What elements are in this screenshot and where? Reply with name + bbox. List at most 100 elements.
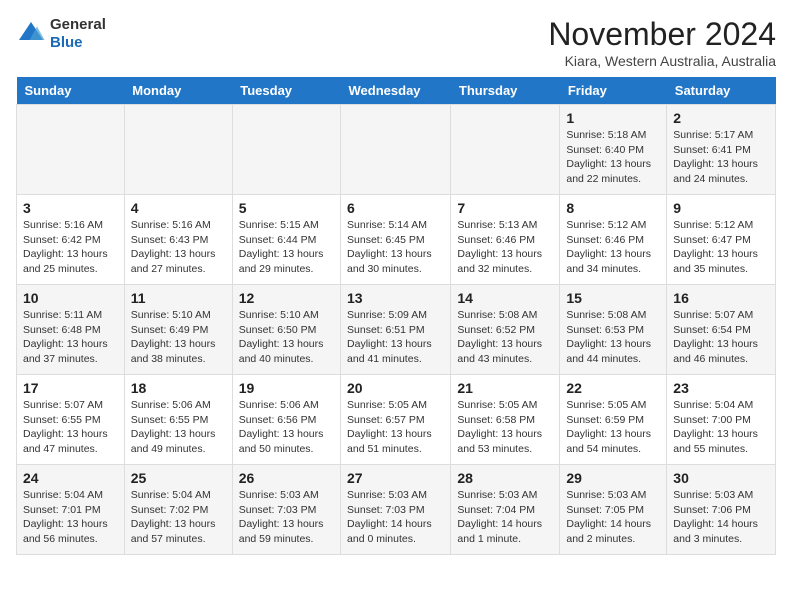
day-number: 10	[23, 290, 118, 306]
calendar-cell: 22 Sunrise: 5:05 AMSunset: 6:59 PMDayligh…	[560, 375, 667, 465]
calendar-cell: 5 Sunrise: 5:15 AMSunset: 6:44 PMDaylight…	[232, 195, 340, 285]
day-number: 11	[131, 290, 226, 306]
calendar-week-row: 17Sunrise: 5:07 AMSunset: 6:55 PMDayligh…	[17, 375, 776, 465]
day-number: 5	[239, 200, 334, 216]
day-info: Sunrise: 5:11 AMSunset: 6:48 PMDaylight:…	[23, 308, 118, 367]
day-number: 6	[347, 200, 444, 216]
day-info: Sunrise: 5:09 AMSunset: 6:51 PMDaylight:…	[347, 308, 444, 367]
logo-blue: Blue	[50, 34, 83, 51]
calendar-cell: 21 Sunrise: 5:05 AMSunset: 6:58 PMDayligh…	[451, 375, 560, 465]
logo-text: General Blue	[50, 16, 106, 52]
day-info: Sunrise: 5:13 AMSunset: 6:46 PMDaylight:…	[457, 218, 553, 277]
day-number: 21	[457, 380, 553, 396]
calendar-week-row: 1Sunrise: 5:18 AMSunset: 6:40 PMDaylight…	[17, 105, 776, 195]
day-info: Sunrise: 5:07 AMSunset: 6:55 PMDaylight:…	[23, 398, 118, 457]
calendar-cell: 25Sunrise: 5:04 AMSunset: 7:02 PMDayligh…	[124, 465, 232, 555]
calendar-cell: 10 Sunrise: 5:11 AMSunset: 6:48 PMDayligh…	[17, 285, 125, 375]
day-info: Sunrise: 5:16 AMSunset: 6:42 PMDaylight:…	[23, 218, 118, 277]
calendar-cell: 30 Sunrise: 5:03 AMSunset: 7:06 PMDayligh…	[667, 465, 776, 555]
day-info: Sunrise: 5:06 AMSunset: 6:55 PMDaylight:…	[131, 398, 226, 457]
day-number: 18	[131, 380, 226, 396]
day-info: Sunrise: 5:04 AMSunset: 7:01 PMDaylight:…	[23, 488, 118, 547]
calendar-cell: 24 Sunrise: 5:04 AMSunset: 7:01 PMDayligh…	[17, 465, 125, 555]
day-number: 9	[673, 200, 769, 216]
calendar-cell: 15 Sunrise: 5:08 AMSunset: 6:53 PMDayligh…	[560, 285, 667, 375]
calendar-cell: 26 Sunrise: 5:03 AMSunset: 7:03 PMDayligh…	[232, 465, 340, 555]
calendar-cell: 7 Sunrise: 5:13 AMSunset: 6:46 PMDaylight…	[451, 195, 560, 285]
day-header-wednesday: Wednesday	[341, 77, 451, 105]
calendar-cell: 9 Sunrise: 5:12 AMSunset: 6:47 PMDaylight…	[667, 195, 776, 285]
day-info: Sunrise: 5:10 AMSunset: 6:50 PMDaylight:…	[239, 308, 334, 367]
day-info: Sunrise: 5:08 AMSunset: 6:52 PMDaylight:…	[457, 308, 553, 367]
day-number: 22	[566, 380, 660, 396]
day-info: Sunrise: 5:12 AMSunset: 6:47 PMDaylight:…	[673, 218, 769, 277]
calendar-cell: 28 Sunrise: 5:03 AMSunset: 7:04 PMDayligh…	[451, 465, 560, 555]
calendar-cell: 3 Sunrise: 5:16 AMSunset: 6:42 PMDaylight…	[17, 195, 125, 285]
calendar-cell: 27 Sunrise: 5:03 AMSunset: 7:03 PMDayligh…	[341, 465, 451, 555]
logo-icon	[16, 19, 46, 49]
day-number: 2	[673, 110, 769, 126]
day-info: Sunrise: 5:10 AMSunset: 6:49 PMDaylight:…	[131, 308, 226, 367]
day-number: 19	[239, 380, 334, 396]
calendar-header-row: SundayMondayTuesdayWednesdayThursdayFrid…	[17, 77, 776, 105]
calendar-cell: 29 Sunrise: 5:03 AMSunset: 7:05 PMDayligh…	[560, 465, 667, 555]
day-info: Sunrise: 5:14 AMSunset: 6:45 PMDaylight:…	[347, 218, 444, 277]
logo-general: General	[50, 16, 106, 33]
day-number: 23	[673, 380, 769, 396]
calendar-cell: 18 Sunrise: 5:06 AMSunset: 6:55 PMDayligh…	[124, 375, 232, 465]
day-number: 26	[239, 470, 334, 486]
day-info: Sunrise: 5:08 AMSunset: 6:53 PMDaylight:…	[566, 308, 660, 367]
day-number: 27	[347, 470, 444, 486]
day-number: 24	[23, 470, 118, 486]
day-info: Sunrise: 5:07 AMSunset: 6:54 PMDaylight:…	[673, 308, 769, 367]
day-info: Sunrise: 5:04 AMSunset: 7:00 PMDaylight:…	[673, 398, 769, 457]
day-info: Sunrise: 5:12 AMSunset: 6:46 PMDaylight:…	[566, 218, 660, 277]
day-number: 16	[673, 290, 769, 306]
day-info: Sunrise: 5:05 AMSunset: 6:58 PMDaylight:…	[457, 398, 553, 457]
day-info: Sunrise: 5:17 AMSunset: 6:41 PMDaylight:…	[673, 128, 769, 187]
day-info: Sunrise: 5:05 AMSunset: 6:57 PMDaylight:…	[347, 398, 444, 457]
day-number: 4	[131, 200, 226, 216]
calendar-cell	[17, 105, 125, 195]
calendar-table: SundayMondayTuesdayWednesdayThursdayFrid…	[16, 77, 776, 555]
day-header-monday: Monday	[124, 77, 232, 105]
day-number: 7	[457, 200, 553, 216]
day-info: Sunrise: 5:03 AMSunset: 7:04 PMDaylight:…	[457, 488, 553, 547]
calendar-cell	[451, 105, 560, 195]
calendar-cell: 6 Sunrise: 5:14 AMSunset: 6:45 PMDaylight…	[341, 195, 451, 285]
calendar-cell: 1Sunrise: 5:18 AMSunset: 6:40 PMDaylight…	[560, 105, 667, 195]
day-info: Sunrise: 5:03 AMSunset: 7:03 PMDaylight:…	[347, 488, 444, 547]
day-number: 3	[23, 200, 118, 216]
day-info: Sunrise: 5:15 AMSunset: 6:44 PMDaylight:…	[239, 218, 334, 277]
day-header-friday: Friday	[560, 77, 667, 105]
day-info: Sunrise: 5:18 AMSunset: 6:40 PMDaylight:…	[566, 128, 660, 187]
day-number: 13	[347, 290, 444, 306]
location-subtitle: Kiara, Western Australia, Australia	[548, 53, 776, 69]
calendar-cell: 19 Sunrise: 5:06 AMSunset: 6:56 PMDayligh…	[232, 375, 340, 465]
day-header-tuesday: Tuesday	[232, 77, 340, 105]
calendar-cell: 8Sunrise: 5:12 AMSunset: 6:46 PMDaylight…	[560, 195, 667, 285]
day-number: 30	[673, 470, 769, 486]
title-area: November 2024 Kiara, Western Australia, …	[548, 16, 776, 69]
calendar-week-row: 3 Sunrise: 5:16 AMSunset: 6:42 PMDaylight…	[17, 195, 776, 285]
calendar-cell: 16 Sunrise: 5:07 AMSunset: 6:54 PMDayligh…	[667, 285, 776, 375]
day-info: Sunrise: 5:03 AMSunset: 7:05 PMDaylight:…	[566, 488, 660, 547]
day-header-saturday: Saturday	[667, 77, 776, 105]
calendar-cell: 2 Sunrise: 5:17 AMSunset: 6:41 PMDaylight…	[667, 105, 776, 195]
day-header-sunday: Sunday	[17, 77, 125, 105]
day-info: Sunrise: 5:05 AMSunset: 6:59 PMDaylight:…	[566, 398, 660, 457]
day-number: 28	[457, 470, 553, 486]
calendar-week-row: 24 Sunrise: 5:04 AMSunset: 7:01 PMDayligh…	[17, 465, 776, 555]
month-title: November 2024	[548, 16, 776, 53]
day-info: Sunrise: 5:03 AMSunset: 7:06 PMDaylight:…	[673, 488, 769, 547]
day-number: 25	[131, 470, 226, 486]
day-number: 15	[566, 290, 660, 306]
day-info: Sunrise: 5:06 AMSunset: 6:56 PMDaylight:…	[239, 398, 334, 457]
calendar-cell	[341, 105, 451, 195]
day-number: 29	[566, 470, 660, 486]
day-info: Sunrise: 5:03 AMSunset: 7:03 PMDaylight:…	[239, 488, 334, 547]
page-header: General Blue November 2024 Kiara, Wester…	[16, 16, 776, 69]
calendar-cell: 11 Sunrise: 5:10 AMSunset: 6:49 PMDayligh…	[124, 285, 232, 375]
calendar-cell: 12Sunrise: 5:10 AMSunset: 6:50 PMDayligh…	[232, 285, 340, 375]
calendar-cell: 17Sunrise: 5:07 AMSunset: 6:55 PMDayligh…	[17, 375, 125, 465]
